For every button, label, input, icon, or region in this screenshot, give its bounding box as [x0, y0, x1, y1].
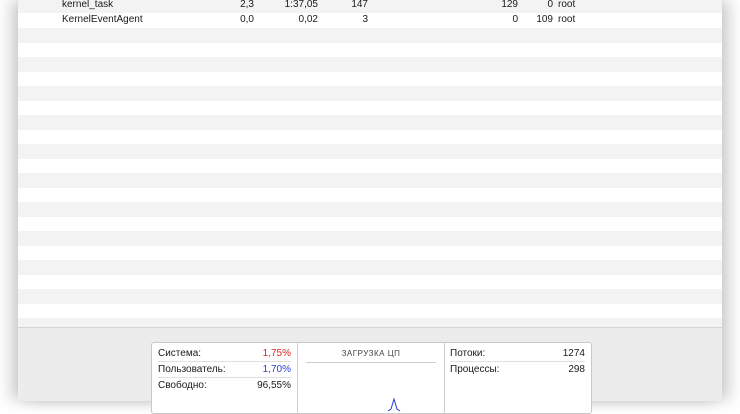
process-name: KernelEventAgent — [62, 14, 143, 25]
cpu-load-graph — [387, 397, 401, 412]
empty-row — [18, 115, 722, 130]
process-table: kernel_task 2,3 1:37,05 147 129 0 root K… — [18, 0, 722, 327]
cpu-load-spike — [387, 397, 401, 412]
empty-row — [18, 217, 722, 232]
cpu-stats-box: Система: 1,75% Пользователь: 1,70% Свобо… — [151, 342, 592, 414]
system-value: 1,75% — [262, 348, 291, 359]
empty-row — [18, 289, 722, 304]
system-label: Система: — [158, 348, 202, 359]
empty-row — [18, 28, 722, 43]
process-stats-panel: Потоки: 1274 Процессы: 298 — [444, 343, 591, 413]
empty-row — [18, 202, 722, 217]
user: root — [558, 0, 576, 10]
empty-row — [18, 304, 722, 319]
pid: 0 — [547, 0, 553, 10]
processes-value: 298 — [568, 364, 585, 375]
cpu-time: 0,02 — [298, 14, 318, 25]
user-value: 1,70% — [262, 364, 291, 375]
cpu-footer: Система: 1,75% Пользователь: 1,70% Свобо… — [18, 327, 722, 414]
user-label: Пользователь: — [158, 364, 226, 375]
idle-wakeups: 0 — [512, 14, 518, 25]
process-name: kernel_task — [62, 0, 114, 10]
user-row: Пользователь: 1,70% — [158, 362, 291, 378]
empty-row — [18, 43, 722, 58]
table-row[interactable]: KernelEventAgent 0,0 0,02 3 0 109 root — [18, 13, 722, 28]
cpu-time: 1:37,05 — [284, 0, 318, 10]
idle-wakeups: 129 — [501, 0, 518, 10]
user: root — [558, 14, 576, 25]
empty-row — [18, 275, 722, 290]
threads-label: Потоки: — [450, 348, 486, 359]
idle-value: 96,55% — [257, 380, 291, 391]
processes-label: Процессы: — [450, 364, 500, 375]
empty-row — [18, 260, 722, 275]
idle-row: Свободно: 96,55% — [158, 378, 291, 393]
empty-row — [18, 188, 722, 203]
pid: 109 — [536, 14, 553, 25]
empty-row — [18, 173, 722, 188]
system-row: Система: 1,75% — [158, 346, 291, 362]
processes-row: Процессы: 298 — [450, 362, 585, 377]
threads-count: 147 — [351, 0, 368, 10]
empty-row — [18, 318, 722, 327]
empty-row — [18, 144, 722, 159]
cpu-percent: 0,0 — [240, 14, 254, 25]
cpu-percent: 2,3 — [240, 0, 254, 10]
table-row[interactable]: kernel_task 2,3 1:37,05 147 129 0 root — [18, 0, 722, 13]
idle-label: Свободно: — [158, 380, 207, 391]
empty-row — [18, 101, 722, 116]
empty-row — [18, 130, 722, 145]
activity-monitor-window: kernel_task 2,3 1:37,05 147 129 0 root K… — [18, 0, 722, 414]
empty-row — [18, 231, 722, 246]
cpu-load-panel: ЗАГРУЗКА ЦП — [297, 343, 445, 413]
empty-row — [18, 246, 722, 261]
threads-count: 3 — [362, 14, 368, 25]
threads-row: Потоки: 1274 — [450, 346, 585, 362]
cpu-load-title: ЗАГРУЗКА ЦП — [341, 349, 401, 358]
empty-row — [18, 86, 722, 101]
empty-row — [18, 159, 722, 174]
empty-row — [18, 72, 722, 87]
empty-row — [18, 57, 722, 72]
cpu-usage-panel: Система: 1,75% Пользователь: 1,70% Свобо… — [152, 343, 297, 413]
threads-value: 1274 — [562, 348, 585, 359]
